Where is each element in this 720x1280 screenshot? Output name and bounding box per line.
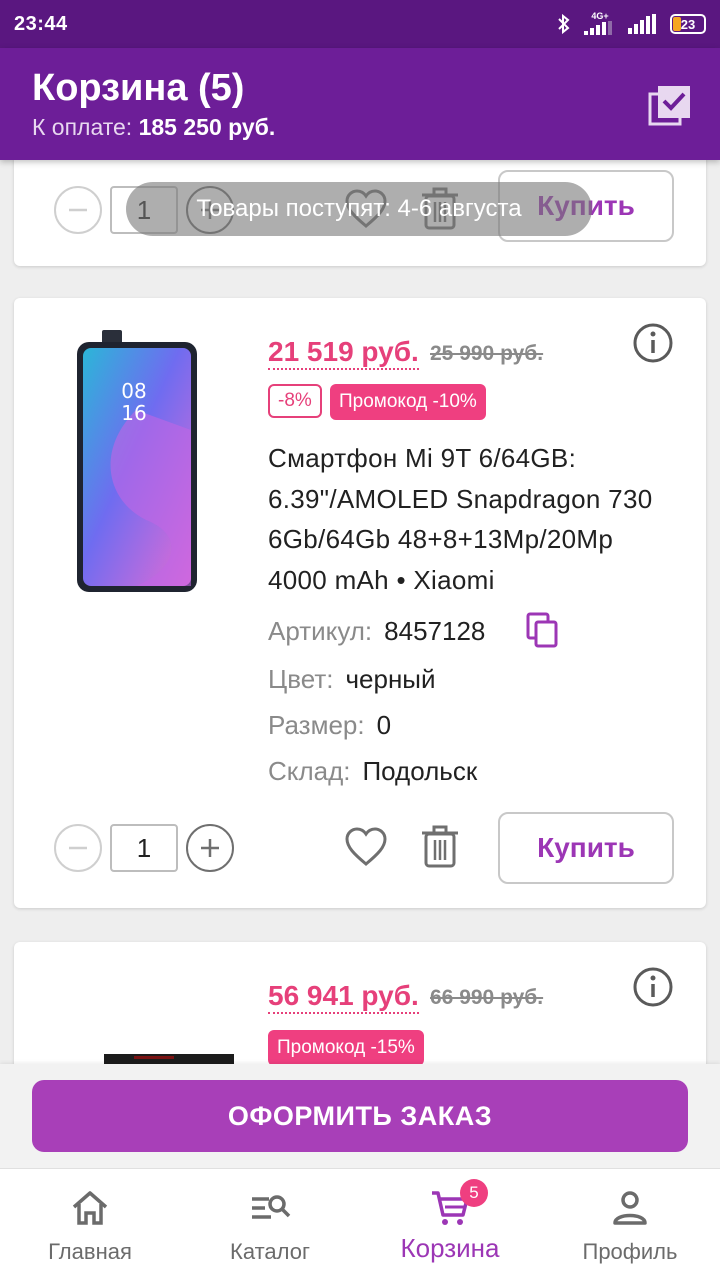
product-price: 56 941 руб. [268, 980, 419, 1014]
cart-list[interactable]: 1 Купить 08 16 21 519 руб. [0, 160, 720, 1064]
nav-cart-label: Корзина [400, 1233, 500, 1263]
nav-home[interactable]: Главная [0, 1169, 180, 1280]
discount-badge: -8% [268, 384, 322, 418]
product-image[interactable]: 08 16 [76, 330, 198, 594]
promo-badge: Промокод -15% [268, 1030, 424, 1064]
buy-button[interactable]: Купить [498, 812, 674, 884]
increase-quantity-button[interactable] [186, 824, 234, 872]
copy-icon[interactable] [526, 612, 560, 650]
svg-text:16: 16 [121, 401, 146, 425]
product-name[interactable]: Смартфон Mi 9T 6/64GB: 6.39"/AMOLED Snap… [268, 438, 668, 600]
product-old-price: 66 990 руб. [430, 986, 544, 1009]
info-icon[interactable] [632, 322, 674, 364]
home-icon [72, 1191, 108, 1225]
info-icon[interactable] [632, 966, 674, 1008]
favorite-heart-icon[interactable] [344, 826, 388, 870]
quantity-stepper: 1 [54, 824, 234, 872]
app-header: Корзина (5) К оплате: 185 250 руб. [0, 48, 720, 160]
status-bar: 23:44 4G+ 23 [0, 0, 720, 48]
page-title: Корзина (5) [32, 67, 245, 109]
delivery-toast: Товары поступят: 4-6 августа [126, 182, 592, 236]
pay-amount: 185 250 руб. [138, 114, 276, 140]
product-sku: Артикул: 8457128 [268, 616, 486, 646]
product-price: 21 519 руб. [268, 336, 419, 370]
quantity-field[interactable]: 1 [110, 824, 178, 872]
signal-icon-2 [628, 14, 656, 34]
product-old-price: 25 990 руб. [430, 342, 544, 365]
delete-trash-icon[interactable] [418, 824, 462, 868]
pay-label: К оплате: [32, 114, 133, 140]
product-size: Размер: 0 [268, 710, 392, 740]
select-all-icon[interactable] [648, 84, 692, 128]
product-color: Цвет: черный [268, 664, 436, 694]
plus-icon [201, 839, 219, 857]
total-to-pay: К оплате: 185 250 руб. [32, 114, 688, 141]
nav-profile[interactable]: Профиль [540, 1169, 720, 1280]
cart-item-card: 08 16 21 519 руб. 25 990 руб. -8% Промок… [14, 298, 706, 908]
nav-profile-label: Профиль [582, 1239, 678, 1264]
nav-catalog[interactable]: Каталог [180, 1169, 360, 1280]
status-icons: 4G+ 23 [556, 11, 706, 37]
catalog-search-icon [252, 1195, 291, 1219]
nav-catalog-label: Каталог [230, 1239, 310, 1264]
decrease-quantity-button[interactable] [54, 186, 102, 234]
minus-icon [69, 846, 87, 850]
signal-icon [584, 20, 612, 35]
cart-item-card: 56 941 руб. 66 990 руб. Промокод -15% [14, 942, 706, 1064]
checkout-button[interactable]: ОФОРМИТЬ ЗАКАЗ [32, 1080, 688, 1152]
status-time: 23:44 [14, 12, 68, 35]
network-indicator: 4G+ [584, 11, 616, 37]
battery-icon: 23 [670, 14, 706, 34]
decrease-quantity-button[interactable] [54, 824, 102, 872]
promo-badge: Промокод -10% [330, 384, 486, 420]
profile-icon [613, 1191, 647, 1225]
bottom-navigation: Главная Каталог 5 Корзина Профиль [0, 1168, 720, 1280]
product-warehouse: Склад: Подольск [268, 756, 478, 786]
svg-text:08: 08 [121, 379, 146, 403]
checkout-bar: ОФОРМИТЬ ЗАКАЗ [0, 1064, 720, 1168]
minus-icon [69, 208, 87, 212]
nav-cart[interactable]: 5 Корзина [360, 1169, 540, 1280]
nav-home-label: Главная [48, 1239, 132, 1264]
cart-count-badge: 5 [460, 1179, 488, 1207]
bluetooth-icon [558, 13, 570, 35]
product-image[interactable] [104, 1048, 234, 1064]
